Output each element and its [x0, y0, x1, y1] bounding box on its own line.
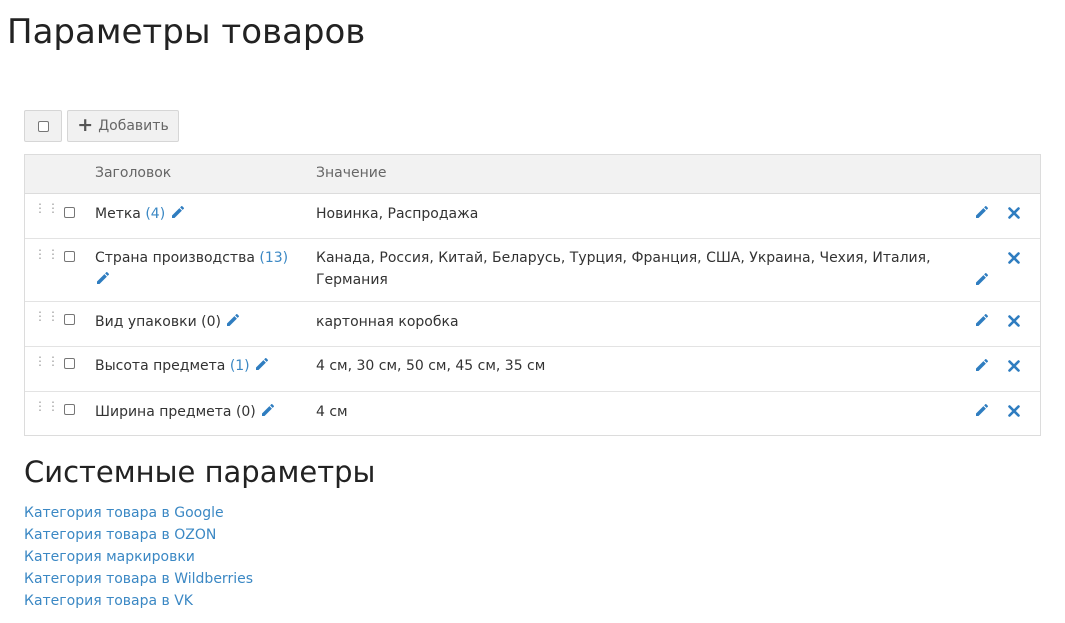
link-marking-category[interactable]: Категория маркировки: [24, 546, 253, 568]
row-count-link[interactable]: (4): [145, 206, 165, 222]
page-title: Параметры товаров: [7, 12, 366, 52]
row-title-cell: Страна производства (13): [95, 247, 300, 291]
row-value: картонная коробка: [316, 314, 459, 330]
close-icon[interactable]: [1007, 251, 1021, 265]
row-checkbox[interactable]: [64, 251, 75, 262]
link-vk-category[interactable]: Категория товара в VK: [24, 590, 253, 612]
plus-icon: +: [77, 113, 94, 136]
row-count-link[interactable]: (13): [259, 250, 288, 266]
close-icon[interactable]: [1007, 404, 1021, 418]
row-title-cell: Вид упаковки (0): [95, 311, 300, 333]
toolbar: + Добавить: [24, 110, 179, 142]
table-row: ⋮⋮ Ширина предмета (0) 4 см: [25, 392, 1040, 435]
row-checkbox[interactable]: [64, 207, 75, 218]
row-title-cell: Метка (4): [95, 203, 300, 225]
link-ozon-category[interactable]: Категория товара в OZON: [24, 524, 253, 546]
row-title: Ширина предмета: [95, 404, 232, 420]
pencil-icon[interactable]: [974, 271, 990, 287]
table-row: ⋮⋮ Метка (4) Новинка, Распродажа: [25, 194, 1040, 239]
row-count: (0): [201, 314, 221, 330]
close-icon[interactable]: [1007, 206, 1021, 220]
row-checkbox[interactable]: [64, 404, 75, 415]
row-title: Вид упаковки: [95, 314, 197, 330]
parameters-table: Заголовок Значение ⋮⋮ Метка (4) Новинка,…: [24, 154, 1041, 436]
link-wildberries-category[interactable]: Категория товара в Wildberries: [24, 568, 253, 590]
table-row: ⋮⋮ Вид упаковки (0) картонная коробка: [25, 302, 1040, 347]
add-button-label: Добавить: [98, 118, 169, 134]
system-params-links: Категория товара в Google Категория това…: [24, 502, 253, 612]
drag-handle-icon[interactable]: ⋮⋮: [34, 355, 59, 375]
row-value: 4 см, 30 см, 50 см, 45 см, 35 см: [316, 358, 546, 374]
link-google-category[interactable]: Категория товара в Google: [24, 502, 253, 524]
row-checkbox[interactable]: [64, 314, 75, 325]
pencil-icon[interactable]: [974, 402, 990, 418]
pencil-icon[interactable]: [974, 312, 990, 328]
close-icon[interactable]: [1007, 359, 1021, 373]
column-header-value: Значение: [316, 165, 387, 181]
table-header: Заголовок Значение: [25, 155, 1040, 194]
pencil-icon[interactable]: [974, 204, 990, 220]
pencil-icon[interactable]: [95, 270, 111, 286]
row-value: 4 см: [316, 404, 348, 420]
drag-handle-icon[interactable]: ⋮⋮: [34, 310, 59, 330]
pencil-icon[interactable]: [260, 402, 276, 418]
column-header-title: Заголовок: [95, 165, 172, 181]
pencil-icon[interactable]: [170, 204, 186, 220]
row-count-link[interactable]: (1): [230, 358, 250, 374]
select-all-checkbox[interactable]: [37, 120, 49, 132]
row-value: Новинка, Распродажа: [316, 206, 479, 222]
drag-handle-icon[interactable]: ⋮⋮: [34, 202, 59, 222]
select-all-button[interactable]: [24, 110, 62, 142]
drag-handle-icon[interactable]: ⋮⋮: [34, 248, 59, 268]
row-title-cell: Высота предмета (1): [95, 355, 300, 377]
table-row: ⋮⋮ Страна производства (13) Канада, Росс…: [25, 239, 1040, 302]
row-title: Страна производства: [95, 250, 255, 266]
table-row: ⋮⋮ Высота предмета (1) 4 см, 30 см, 50 с…: [25, 347, 1040, 392]
row-count: (0): [235, 404, 256, 420]
add-parameter-button[interactable]: + Добавить: [67, 110, 179, 142]
pencil-icon[interactable]: [974, 357, 990, 373]
system-params-title: Системные параметры: [24, 455, 376, 489]
row-title: Высота предмета: [95, 358, 226, 374]
row-title: Метка: [95, 206, 141, 222]
close-icon[interactable]: [1007, 314, 1021, 328]
row-title-cell: Ширина предмета (0): [95, 401, 300, 423]
row-value: Канада, Россия, Китай, Беларусь, Турция,…: [316, 250, 931, 288]
pencil-icon[interactable]: [254, 356, 270, 372]
pencil-icon[interactable]: [225, 312, 241, 328]
drag-handle-icon[interactable]: ⋮⋮: [34, 400, 59, 420]
row-checkbox[interactable]: [64, 358, 75, 369]
